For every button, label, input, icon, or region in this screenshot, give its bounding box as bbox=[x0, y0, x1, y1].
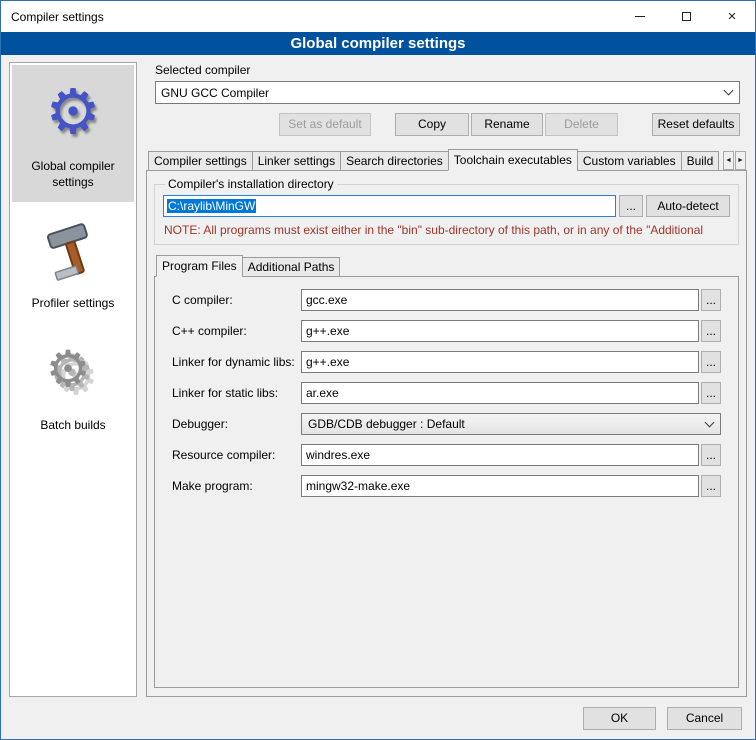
tab-search-directories[interactable]: Search directories bbox=[340, 151, 449, 171]
resource-compiler-browse-button[interactable]: ... bbox=[701, 444, 721, 466]
installation-directory-row: C:\raylib\MinGW ... Auto-detect bbox=[163, 195, 730, 217]
cpp-compiler-label: C++ compiler: bbox=[172, 324, 301, 338]
dialog-footer: OK Cancel bbox=[1, 701, 755, 739]
minimize-button[interactable] bbox=[617, 1, 663, 32]
toolchain-executables-panel: Compiler's installation directory C:\ray… bbox=[146, 170, 747, 697]
delete-button[interactable]: Delete bbox=[545, 113, 618, 136]
debugger-dropdown[interactable]: GDB/CDB debugger : Default bbox=[301, 413, 721, 435]
gray-gears-icon: ⚙ bbox=[15, 330, 131, 414]
maximize-button[interactable] bbox=[663, 1, 709, 32]
dynamic-linker-browse-button[interactable]: ... bbox=[701, 351, 721, 373]
sidebar-item-batch-builds[interactable]: ⚙ Batch builds bbox=[12, 324, 134, 446]
program-files-tabstrip: Program Files Additional Paths bbox=[156, 255, 739, 277]
gear-icon: ⚙ bbox=[15, 71, 131, 155]
dynamic-linker-input[interactable] bbox=[301, 351, 699, 373]
reset-defaults-button[interactable]: Reset defaults bbox=[652, 113, 740, 136]
main-panel: Selected compiler GNU GCC Compiler Set a… bbox=[146, 62, 747, 697]
installation-directory-input[interactable]: C:\raylib\MinGW bbox=[163, 195, 616, 217]
cpp-compiler-input[interactable] bbox=[301, 320, 699, 342]
program-files-panel: C compiler: ... C++ compiler: ... Linker… bbox=[154, 276, 739, 688]
debugger-value: GDB/CDB debugger : Default bbox=[308, 417, 465, 431]
close-button[interactable]: × bbox=[709, 1, 755, 32]
selected-compiler-label: Selected compiler bbox=[155, 63, 747, 77]
tab-scroll-right-button[interactable]: ► bbox=[735, 151, 746, 170]
maximize-icon bbox=[682, 12, 691, 21]
left-arrow-icon: ◄ bbox=[725, 157, 732, 164]
auto-detect-button[interactable]: Auto-detect bbox=[646, 195, 730, 217]
sidebar-item-label: Batch builds bbox=[15, 418, 131, 434]
form-row-resource-compiler: Resource compiler: ... bbox=[172, 444, 721, 466]
static-linker-label: Linker for static libs: bbox=[172, 386, 301, 400]
debugger-label: Debugger: bbox=[172, 417, 301, 431]
sidebar-item-profiler-settings[interactable]: Profiler settings bbox=[12, 202, 134, 324]
form-row-debugger: Debugger: GDB/CDB debugger : Default bbox=[172, 413, 721, 435]
browse-directory-button[interactable]: ... bbox=[619, 195, 643, 217]
selected-compiler-dropdown[interactable]: GNU GCC Compiler bbox=[155, 81, 740, 104]
static-linker-input[interactable] bbox=[301, 382, 699, 404]
set-as-default-button[interactable]: Set as default bbox=[279, 113, 371, 136]
compiler-actions: Set as default Copy Rename Delete Reset … bbox=[155, 113, 740, 136]
dynamic-linker-label: Linker for dynamic libs: bbox=[172, 355, 301, 369]
sidebar-item-label: Global compiler settings bbox=[15, 159, 131, 190]
c-compiler-label: C compiler: bbox=[172, 293, 301, 307]
close-icon: × bbox=[728, 9, 737, 24]
settings-category-list: ⚙ Global compiler settings Profiler sett… bbox=[9, 62, 137, 697]
title-bar[interactable]: Compiler settings × bbox=[1, 1, 755, 32]
form-row-c-compiler: C compiler: ... bbox=[172, 289, 721, 311]
window-controls: × bbox=[617, 1, 755, 32]
sidebar-item-label: Profiler settings bbox=[15, 296, 131, 312]
cancel-button[interactable]: Cancel bbox=[667, 707, 742, 730]
hammer-tool-icon bbox=[15, 208, 131, 292]
form-row-static-linker: Linker for static libs: ... bbox=[172, 382, 721, 404]
c-compiler-input[interactable] bbox=[301, 289, 699, 311]
compiler-settings-dialog: Compiler settings × Global compiler sett… bbox=[0, 0, 756, 740]
dialog-body: ⚙ Global compiler settings Profiler sett… bbox=[1, 55, 755, 701]
tab-compiler-settings[interactable]: Compiler settings bbox=[148, 151, 253, 171]
form-row-make-program: Make program: ... bbox=[172, 475, 721, 497]
make-program-label: Make program: bbox=[172, 479, 301, 493]
sidebar-item-global-compiler-settings[interactable]: ⚙ Global compiler settings bbox=[12, 65, 134, 202]
tab-program-files[interactable]: Program Files bbox=[156, 255, 243, 277]
ok-button[interactable]: OK bbox=[583, 707, 656, 730]
installation-directory-value: C:\raylib\MinGW bbox=[167, 199, 256, 213]
cpp-compiler-browse-button[interactable]: ... bbox=[701, 320, 721, 342]
resource-compiler-input[interactable] bbox=[301, 444, 699, 466]
rename-button[interactable]: Rename bbox=[471, 113, 543, 136]
resource-compiler-label: Resource compiler: bbox=[172, 448, 301, 462]
tab-toolchain-executables[interactable]: Toolchain executables bbox=[448, 149, 578, 171]
tab-linker-settings[interactable]: Linker settings bbox=[252, 151, 341, 171]
tab-scroll-left-button[interactable]: ◄ bbox=[723, 151, 734, 170]
copy-button[interactable]: Copy bbox=[395, 113, 469, 136]
installation-directory-label: Compiler's installation directory bbox=[165, 177, 337, 191]
selected-compiler-value: GNU GCC Compiler bbox=[161, 86, 269, 100]
form-row-cpp-compiler: C++ compiler: ... bbox=[172, 320, 721, 342]
make-program-browse-button[interactable]: ... bbox=[701, 475, 721, 497]
chevron-down-icon bbox=[705, 417, 715, 427]
tab-scroll-controls: ◄ ► bbox=[723, 151, 746, 170]
chevron-down-icon bbox=[724, 86, 734, 96]
tab-custom-variables[interactable]: Custom variables bbox=[577, 151, 682, 171]
tab-build-options[interactable]: Build bbox=[681, 151, 720, 171]
directory-note: NOTE: All programs must exist either in … bbox=[164, 223, 730, 237]
static-linker-browse-button[interactable]: ... bbox=[701, 382, 721, 404]
page-title: Global compiler settings bbox=[1, 32, 755, 55]
settings-tabstrip: Compiler settings Linker settings Search… bbox=[148, 149, 747, 171]
tab-additional-paths[interactable]: Additional Paths bbox=[242, 257, 341, 277]
installation-directory-group: Compiler's installation directory C:\ray… bbox=[154, 177, 739, 245]
c-compiler-browse-button[interactable]: ... bbox=[701, 289, 721, 311]
window-title: Compiler settings bbox=[1, 10, 104, 24]
make-program-input[interactable] bbox=[301, 475, 699, 497]
minimize-icon bbox=[635, 16, 645, 17]
right-arrow-icon: ► bbox=[737, 157, 744, 164]
form-row-dynamic-linker: Linker for dynamic libs: ... bbox=[172, 351, 721, 373]
